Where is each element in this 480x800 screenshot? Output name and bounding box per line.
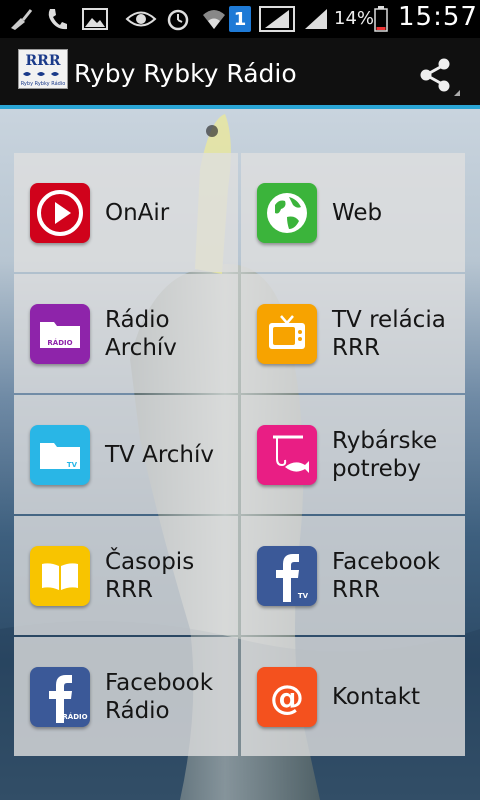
svg-text:RÁDIO: RÁDIO [62, 712, 87, 721]
tile-facebook-radio[interactable]: RÁDIO Facebook Rádio [14, 637, 238, 756]
tile-fishing-gear[interactable]: Rybárske potreby [241, 395, 465, 514]
share-icon [420, 58, 460, 96]
notification-badge: 1 [229, 6, 251, 32]
image-icon [80, 6, 110, 32]
book-icon [30, 546, 90, 606]
tile-label: Kontakt [332, 683, 421, 710]
share-button[interactable] [414, 52, 460, 98]
svg-text:TV: TV [298, 592, 309, 600]
signal-icon [258, 6, 296, 32]
tile-radio-archive[interactable]: RÁDIO Rádio Archív [14, 274, 238, 393]
tile-label: OnAir [105, 199, 170, 226]
clock: 15:57 [398, 2, 478, 32]
battery-icon [372, 6, 390, 32]
wifi-icon [200, 6, 228, 32]
app-logo: RRR Ryby Rybky Rádio [18, 49, 68, 89]
fishing-icon [257, 425, 317, 485]
menu-grid: OnAir Web RÁDIO Rádio Archív TV relácia … [14, 153, 465, 756]
svg-text:RÁDIO: RÁDIO [47, 338, 72, 347]
alarm-icon [164, 6, 192, 32]
tile-label: TV Archív [105, 441, 215, 468]
tile-web[interactable]: Web [241, 153, 465, 272]
globe-icon [257, 183, 317, 243]
tile-label: Web [332, 199, 383, 226]
tile-tv-archive[interactable]: TV TV Archív [14, 395, 238, 514]
tile-label: Rádio Archív [105, 306, 177, 361]
battery-percent: 14% [334, 8, 375, 29]
tile-label: Rybárske potreby [332, 427, 438, 482]
svg-text:RRR: RRR [26, 53, 61, 69]
tile-onair[interactable]: OnAir [14, 153, 238, 272]
tile-tv-show[interactable]: TV relácia RRR [241, 274, 465, 393]
radio-folder-icon: RÁDIO [30, 304, 90, 364]
tile-label: Časopis RRR [105, 548, 195, 603]
svg-text:Ryby Rybky Rádio: Ryby Rybky Rádio [21, 80, 66, 87]
phone-icon [44, 6, 70, 32]
facebook-radio-icon: RÁDIO [30, 667, 90, 727]
svg-text:TV: TV [67, 461, 78, 469]
tv-folder-icon: TV [30, 425, 90, 485]
cell-signal-icon [302, 6, 330, 32]
tile-label: Facebook Rádio [105, 669, 214, 724]
tile-magazine[interactable]: Časopis RRR [14, 516, 238, 635]
app-title: Ryby Rybky Rádio [74, 59, 297, 88]
at-sign-icon: @ [257, 667, 317, 727]
tile-label: Facebook RRR [332, 548, 441, 603]
tile-contact[interactable]: @ Kontakt [241, 637, 465, 756]
tile-label: TV relácia RRR [332, 306, 446, 361]
broom-icon [6, 6, 34, 32]
eye-icon [124, 6, 158, 32]
tile-facebook-rrr[interactable]: TV Facebook RRR [241, 516, 465, 635]
svg-text:@: @ [270, 678, 304, 718]
status-bar: 1 14% 15:57 [0, 0, 480, 38]
tv-icon [257, 304, 317, 364]
play-icon [30, 183, 90, 243]
facebook-tv-icon: TV [257, 546, 317, 606]
